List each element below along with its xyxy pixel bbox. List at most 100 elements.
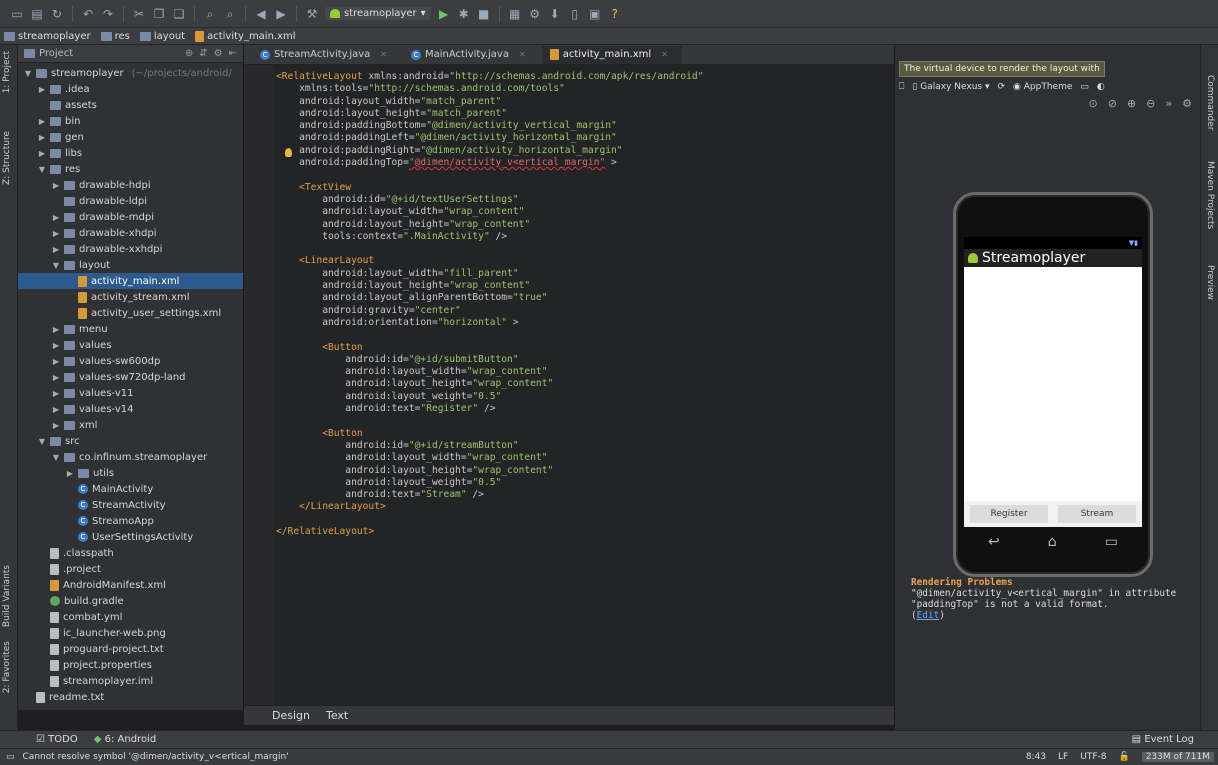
tree-node[interactable]: drawable-ldpi — [18, 193, 243, 209]
tree-node[interactable]: ▶ menu — [18, 321, 243, 337]
tree-node[interactable]: ic_launcher-web.png — [18, 625, 243, 641]
debug-icon[interactable]: ✱ — [457, 7, 471, 21]
collapsed-arrow-icon[interactable]: ▶ — [52, 181, 60, 190]
tree-node[interactable]: assets — [18, 97, 243, 113]
code-line[interactable]: android:id="@+id/streamButton" — [276, 440, 703, 452]
edit-link[interactable]: Edit — [917, 610, 940, 621]
line-separator[interactable]: LF — [1058, 752, 1068, 762]
caret-position[interactable]: 8:43 — [1026, 752, 1046, 762]
run-configuration-dropdown[interactable]: streamoplayer ▾ — [325, 7, 431, 20]
android-tab[interactable]: ◆ 6: Android — [94, 734, 156, 745]
code-line[interactable] — [276, 243, 703, 255]
tree-node[interactable]: build.gradle — [18, 593, 243, 609]
tree-node[interactable]: ▶ values-v14 — [18, 401, 243, 417]
close-icon[interactable]: ✕ — [519, 50, 526, 59]
code-line[interactable]: android:gravity="center" — [276, 305, 703, 317]
editor-tab[interactable]: activity_main.xml ✕ — [541, 45, 682, 64]
code-line[interactable]: android:layout_height="match_parent" — [276, 108, 703, 120]
tree-node[interactable]: ▶ drawable-mdpi — [18, 209, 243, 225]
zoom-fit-icon[interactable]: ⊘ — [1108, 97, 1117, 110]
code-line[interactable]: android:layout_weight="0.5" — [276, 391, 703, 403]
code-line[interactable]: android:text="Register" /> — [276, 403, 703, 415]
code-line[interactable]: android:layout_height="wrap_content" — [276, 378, 703, 390]
code-line[interactable]: android:layout_height="wrap_content" — [276, 280, 703, 292]
code-line[interactable]: android:layout_alignParentBottom="true" — [276, 292, 703, 304]
code-line[interactable] — [276, 169, 703, 181]
tree-node[interactable]: ▶ values-sw600dp — [18, 353, 243, 369]
settings-icon[interactable]: ⚙ — [528, 7, 542, 21]
code-line[interactable]: android:text="Stream" /> — [276, 489, 703, 501]
expanded-arrow-icon[interactable]: ▼ — [24, 69, 32, 78]
tool-tab-favorites[interactable]: 2: Favorites — [2, 641, 12, 693]
tree-node[interactable]: activity_main.xml — [18, 273, 243, 289]
code-line[interactable]: android:layout_width="wrap_content" — [276, 452, 703, 464]
help-icon[interactable]: ? — [608, 7, 622, 21]
collapsed-arrow-icon[interactable]: ▶ — [52, 325, 60, 334]
code-line[interactable]: android:layout_width="wrap_content" — [276, 366, 703, 378]
tab-text[interactable]: Text — [326, 709, 348, 722]
gear-icon[interactable]: ⚙ — [1182, 97, 1192, 110]
collapsed-arrow-icon[interactable]: ▶ — [52, 357, 60, 366]
collapsed-arrow-icon[interactable]: ▶ — [38, 85, 46, 94]
expanded-arrow-icon[interactable]: ▼ — [38, 437, 46, 446]
hide-icon[interactable]: ⇤ — [229, 48, 237, 59]
code-line[interactable]: tools:context=".MainActivity" /> — [276, 231, 703, 243]
code-line[interactable]: android:layout_height="wrap_content" — [276, 219, 703, 231]
code-editor[interactable]: <RelativeLayout xmlns:android="http://sc… — [244, 65, 894, 705]
code-line[interactable]: android:paddingLeft="@dimen/activity_hor… — [276, 132, 703, 144]
collapsed-arrow-icon[interactable]: ▶ — [38, 117, 46, 126]
tree-node[interactable]: streamoplayer.iml — [18, 673, 243, 689]
sdk-manager-icon[interactable]: ⬇ — [548, 7, 562, 21]
zoom-actual-icon[interactable]: ⊙ — [1089, 97, 1098, 110]
collapsed-arrow-icon[interactable]: ▶ — [38, 133, 46, 142]
tree-node[interactable]: ▶ .idea — [18, 81, 243, 97]
back-icon[interactable]: ◀ — [254, 7, 268, 21]
redo-icon[interactable]: ↷ — [101, 7, 115, 21]
tree-node[interactable]: project.properties — [18, 657, 243, 673]
copy-icon[interactable]: ❐ — [152, 7, 166, 21]
collapsed-arrow-icon[interactable]: ▶ — [66, 469, 74, 478]
code-line[interactable]: </LinearLayout> — [276, 501, 703, 513]
code-line[interactable]: android:orientation="horizontal" > — [276, 317, 703, 329]
open-folder-icon[interactable]: ▭ — [10, 7, 24, 21]
activity-icon[interactable]: ▭ — [1080, 82, 1089, 92]
tree-node[interactable]: C StreamActivity — [18, 497, 243, 513]
collapsed-arrow-icon[interactable]: ▶ — [52, 341, 60, 350]
tree-node[interactable]: C StreamoApp — [18, 513, 243, 529]
project-view-dropdown[interactable]: Project — [39, 48, 73, 59]
code-line[interactable]: xmlns:tools="http://schemas.android.com/… — [276, 83, 703, 95]
tree-node[interactable]: .project — [18, 561, 243, 577]
stream-button[interactable]: Stream — [1058, 505, 1136, 523]
breadcrumb-item-file[interactable]: activity_main.xml — [195, 30, 296, 42]
tree-node[interactable]: ▼ streamoplayer (~/projects/android/ — [18, 65, 243, 81]
device-dropdown[interactable]: ▯ Galaxy Nexus ▾ — [912, 82, 989, 92]
code-line[interactable]: android:paddingBottom="@dimen/activity_v… — [276, 120, 703, 132]
tree-node[interactable]: ▼ layout — [18, 257, 243, 273]
device-config-icon[interactable]: ⎕ — [899, 82, 904, 92]
code-line[interactable]: <RelativeLayout xmlns:android="http://sc… — [276, 71, 703, 83]
code-line[interactable]: </RelativeLayout> — [276, 526, 703, 538]
status-icon[interactable]: ▭ — [6, 752, 15, 762]
register-button[interactable]: Register — [970, 505, 1048, 523]
code-line[interactable] — [276, 415, 703, 427]
find-icon[interactable]: ⌕ — [203, 7, 217, 21]
collapsed-arrow-icon[interactable]: ▶ — [52, 405, 60, 414]
zoom-in-icon[interactable]: ⊕ — [1127, 97, 1136, 110]
tree-node[interactable]: AndroidManifest.xml — [18, 577, 243, 593]
collapsed-arrow-icon[interactable]: ▶ — [52, 245, 60, 254]
collapse-all-icon[interactable]: ⇵ — [199, 48, 207, 59]
expanded-arrow-icon[interactable]: ▼ — [52, 453, 60, 462]
close-icon[interactable]: ✕ — [380, 50, 387, 59]
code-content[interactable]: <RelativeLayout xmlns:android="http://sc… — [276, 71, 703, 538]
todo-tab[interactable]: ☑ TODO — [36, 734, 78, 745]
editor-tab[interactable]: C MainActivity.java ✕ — [403, 46, 540, 64]
stop-icon[interactable]: ■ — [477, 7, 491, 21]
tree-node[interactable]: ▼ res — [18, 161, 243, 177]
code-line[interactable] — [276, 514, 703, 526]
event-log-tab[interactable]: ▤ Event Log — [1132, 734, 1218, 745]
tree-node[interactable]: readme.txt — [18, 689, 243, 705]
collapsed-arrow-icon[interactable]: ▶ — [52, 373, 60, 382]
tree-node[interactable]: C MainActivity — [18, 481, 243, 497]
lock-icon[interactable]: 🔓 — [1118, 752, 1129, 762]
tree-node[interactable]: .classpath — [18, 545, 243, 561]
